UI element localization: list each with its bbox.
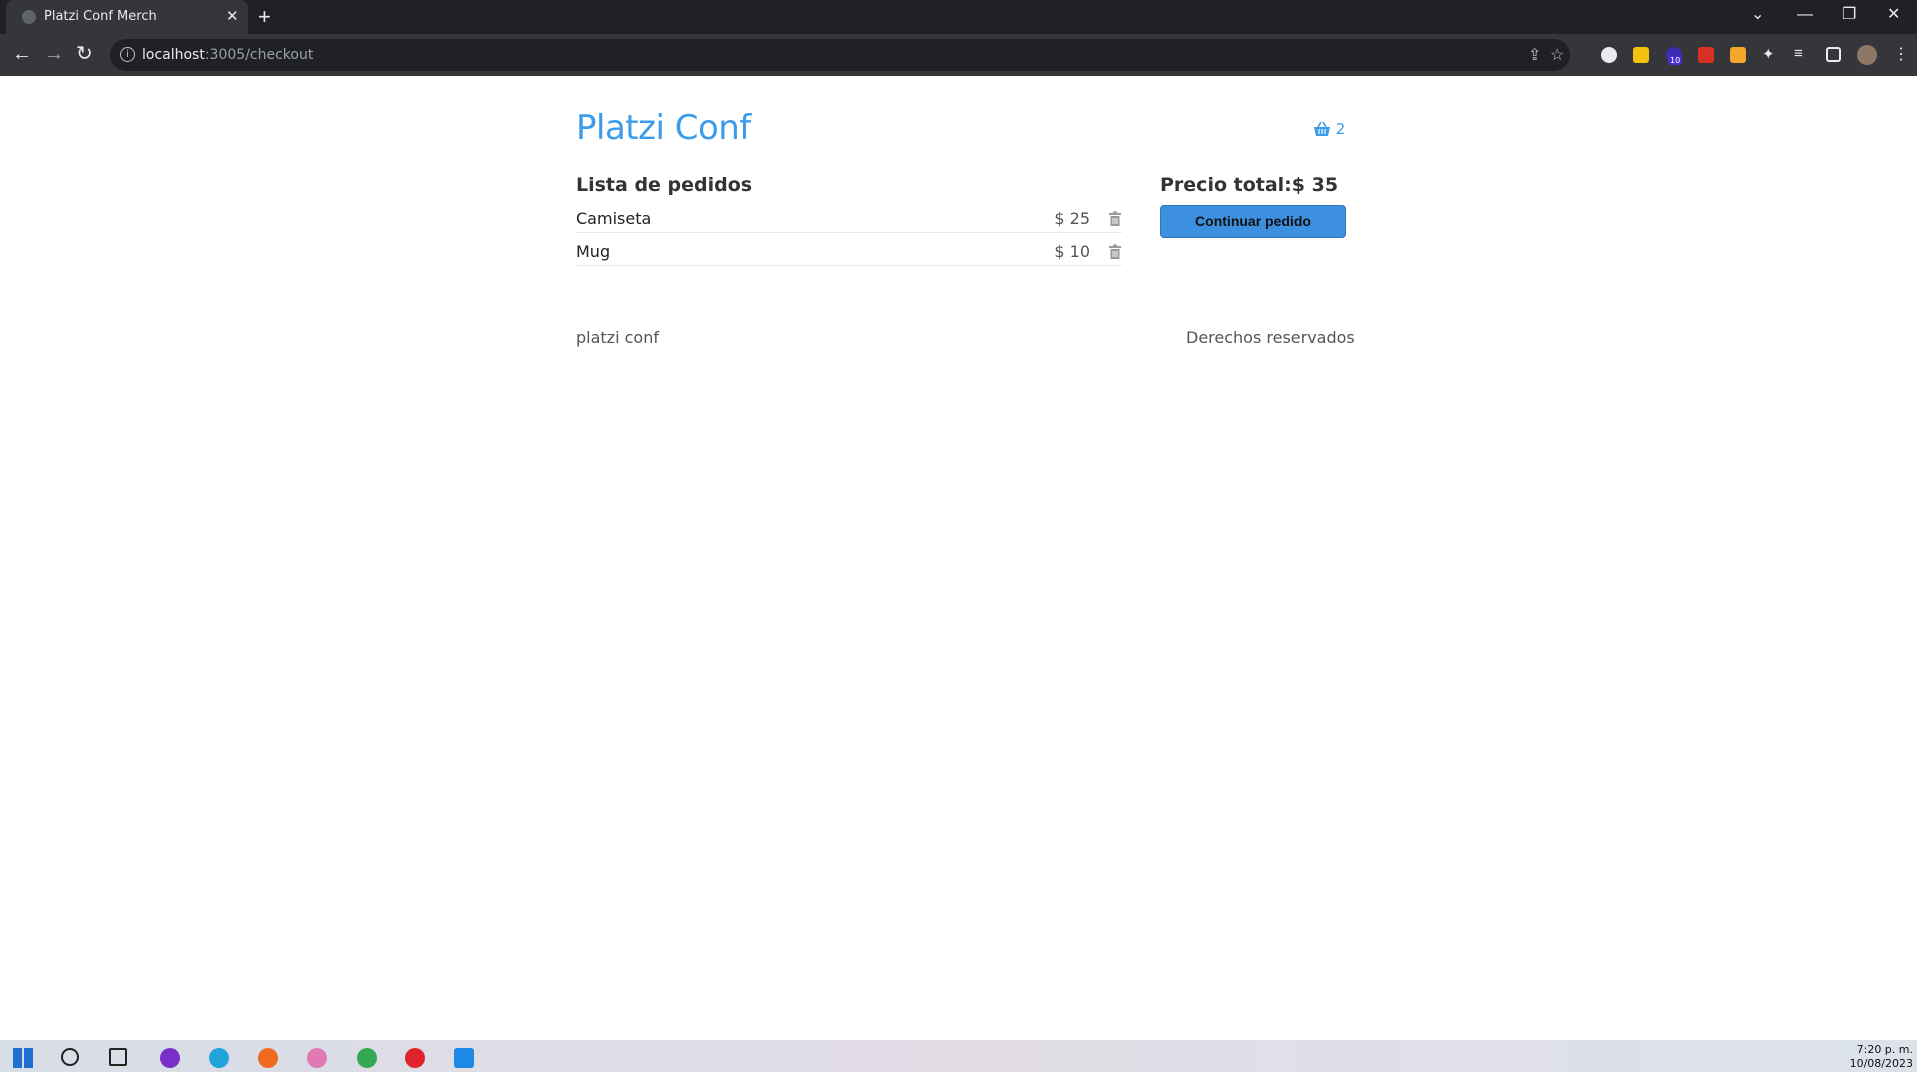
minimize-icon[interactable]: — <box>1797 4 1813 26</box>
extension-icon[interactable] <box>1601 47 1617 63</box>
order-item-name: Camiseta <box>576 209 652 228</box>
browser-tab[interactable]: Platzi Conf Merch ✕ <box>6 0 248 34</box>
globe-icon <box>22 10 36 24</box>
trash-icon[interactable] <box>1108 244 1122 260</box>
new-tab-icon[interactable]: + <box>258 4 271 30</box>
clock-time: 7:20 p. m. <box>1856 1043 1913 1056</box>
extension-icon[interactable] <box>1633 47 1649 63</box>
chrome-icon[interactable] <box>357 1048 377 1068</box>
page-title[interactable]: Platzi Conf <box>576 108 751 148</box>
continue-order-button[interactable]: Continuar pedido <box>1160 205 1346 238</box>
task-view-icon[interactable] <box>109 1048 127 1066</box>
address-bar[interactable]: i localhost:3005/checkout ⇪ ☆ <box>110 39 1570 71</box>
menu-icon[interactable]: ⋮ <box>1893 44 1909 64</box>
order-item-price: $ 10 <box>1054 242 1090 261</box>
profile-avatar[interactable] <box>1857 45 1877 65</box>
close-tab-icon[interactable]: ✕ <box>226 7 239 27</box>
trash-icon[interactable] <box>1108 211 1122 227</box>
basket-icon <box>1313 120 1336 138</box>
order-item-name: Mug <box>576 242 611 261</box>
orders-heading: Lista de pedidos <box>576 174 753 196</box>
tab-search-icon[interactable]: ⌄ <box>1751 4 1764 26</box>
start-icon[interactable] <box>13 1048 33 1068</box>
order-item-price: $ 25 <box>1054 209 1090 228</box>
cart-count: 2 <box>1335 120 1346 138</box>
back-icon[interactable]: ← <box>12 43 32 65</box>
cart-link[interactable]: 2 <box>1313 120 1345 138</box>
puzzle-icon[interactable]: ✦ <box>1762 45 1778 63</box>
clock-date: 10/08/2023 <box>1849 1057 1913 1070</box>
search-icon[interactable] <box>61 1048 79 1066</box>
edge-icon[interactable] <box>209 1048 229 1068</box>
app-icon[interactable] <box>307 1048 327 1068</box>
extension-badge: 10 <box>1668 56 1683 65</box>
footer-brand: platzi conf <box>576 328 659 347</box>
share-icon[interactable]: ⇪ <box>1528 45 1541 65</box>
reload-icon[interactable]: ↻ <box>76 43 93 65</box>
order-item: Mug $ 10 <box>576 237 1122 266</box>
vscode-icon[interactable] <box>454 1048 474 1068</box>
extension-icon[interactable] <box>1698 47 1714 63</box>
restore-icon[interactable]: ❐ <box>1842 4 1856 26</box>
tab-title: Platzi Conf Merch <box>44 9 157 24</box>
bookmark-star-icon[interactable]: ☆ <box>1550 45 1564 65</box>
browser-tab-bar: Platzi Conf Merch ✕ + ⌄ — ❐ ✕ <box>0 0 1917 34</box>
opera-icon[interactable] <box>405 1048 425 1068</box>
firefox-icon[interactable] <box>258 1048 278 1068</box>
side-panel-icon[interactable] <box>1826 47 1841 62</box>
extension-icon[interactable] <box>1730 47 1746 63</box>
forward-icon[interactable]: → <box>44 43 64 65</box>
app-icon[interactable] <box>160 1048 180 1068</box>
browser-toolbar: ← → ↻ i localhost:3005/checkout ⇪ ☆ ✦ ≡ <box>0 34 1917 76</box>
os-taskbar: 7:20 p. m. 10/08/2023 <box>0 1040 1917 1072</box>
media-control-icon[interactable]: ≡ <box>1794 45 1810 62</box>
footer-rights: Derechos reservados <box>1186 328 1355 347</box>
url-text: localhost:3005/checkout <box>142 47 314 63</box>
total-price: Precio total:$ 35 <box>1160 174 1339 196</box>
close-window-icon[interactable]: ✕ <box>1887 4 1900 26</box>
order-item: Camiseta $ 25 <box>576 204 1122 233</box>
info-icon[interactable]: i <box>120 47 135 62</box>
clock[interactable]: 7:20 p. m. 10/08/2023 <box>1850 1043 1913 1071</box>
